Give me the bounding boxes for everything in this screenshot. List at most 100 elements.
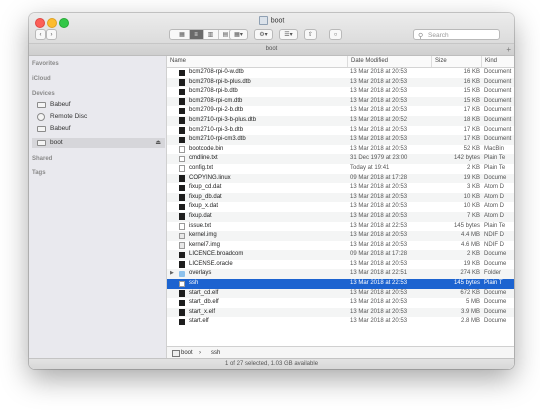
file-name: bcm2708-rpi-cm.dtb — [189, 97, 243, 104]
table-row[interactable]: fixup_db.dat 13 Mar 2018 at 20:53 10 KB Ato… — [167, 192, 514, 203]
file-kind: Document — [484, 78, 512, 85]
table-row[interactable]: LICENSE.oracle 13 Mar 2018 at 20:53 19 KB D… — [167, 260, 514, 270]
table-row[interactable]: bcm2708-rpi-0-w.dtb 13 Mar 2018 at 20:53 1… — [167, 68, 514, 78]
file-kind: MacBin — [484, 145, 505, 152]
file-kind: NDIF D — [484, 241, 504, 248]
list-view-button[interactable]: ≡ — [189, 30, 204, 39]
sidebar-item-boot[interactable]: boot ⏏ — [32, 138, 165, 148]
file-date: 13 Mar 2018 at 20:53 — [350, 126, 408, 133]
file-size: 672 KB — [460, 289, 480, 296]
sidebar-item-babeuf[interactable]: Babeuf — [32, 100, 165, 110]
table-row[interactable]: bcm2708-rpi-b-plus.dtb 13 Mar 2018 at 20:… — [167, 77, 514, 88]
file-kind: Docume — [484, 174, 507, 181]
column-size[interactable]: Size — [431, 56, 485, 67]
table-row[interactable]: issue.txt 13 Mar 2018 at 22:53 145 bytes Pl… — [167, 222, 514, 232]
file-name: bcm2710-rpi-3-b.dtb — [189, 126, 244, 133]
table-row[interactable]: bcm2710-rpi-3-b-plus.dtb 13 Mar 2018 at 2… — [167, 115, 514, 126]
file-date: 31 Dec 1979 at 23:00 — [350, 155, 408, 162]
disk-icon — [37, 102, 46, 108]
table-row[interactable]: start_db.elf 13 Mar 2018 at 20:53 5 MB Docu… — [167, 298, 514, 308]
file-date: Today at 19:41 — [350, 164, 390, 171]
table-row[interactable]: COPYING.linux 09 Mar 2018 at 17:28 19 KB Do… — [167, 173, 514, 184]
finder-window: boot ‹ › ▦ ≡ ▥ ▤ ▦▾ ⚙▾ ☰▾ ⇧ ○ ⚲ Search boot… — [29, 13, 514, 369]
table-row[interactable]: start_x.elf 13 Mar 2018 at 20:53 3.9 MB Doc… — [167, 307, 514, 318]
table-row[interactable]: bcm2708-rpi-b.dtb 13 Mar 2018 at 20:53 15 … — [167, 87, 514, 97]
file-date: 13 Mar 2018 at 20:53 — [350, 203, 408, 210]
table-row[interactable]: bcm2710-rpi-3-b.dtb 13 Mar 2018 at 20:53 1… — [167, 126, 514, 136]
search-input[interactable]: ⚲ Search — [413, 29, 500, 40]
icon-view-button[interactable]: ▦ — [176, 30, 190, 39]
table-row[interactable]: fixup_cd.dat 13 Mar 2018 at 20:53 3 KB Atom… — [167, 183, 514, 193]
column-name[interactable]: Name — [167, 56, 186, 67]
tags-icon[interactable]: ○ — [329, 29, 342, 40]
table-row[interactable]: start_cd.elf 13 Mar 2018 at 20:53 672 KB Do… — [167, 288, 514, 299]
table-row[interactable]: cmdline.txt 31 Dec 1979 at 23:00 142 bytes… — [167, 154, 514, 164]
file-name: start_cd.elf — [189, 289, 219, 296]
group-button[interactable]: ▦▾ — [229, 29, 248, 40]
table-row[interactable]: fixup.dat 13 Mar 2018 at 20:53 7 KB Atom D — [167, 211, 514, 222]
table-row[interactable]: ▶ overlays 13 Mar 2018 at 22:51 274 KB Folde… — [167, 269, 514, 280]
file-size: 17 KB — [463, 107, 480, 114]
table-row[interactable]: ssh 13 Mar 2018 at 22:53 145 bytes Plain T — [167, 279, 514, 289]
file-date: 13 Mar 2018 at 20:53 — [350, 97, 408, 104]
file-kind: Document — [484, 69, 512, 75]
sidebar-item-remote-disc[interactable]: Remote Disc — [32, 112, 165, 122]
column-date-modified[interactable]: Date Modified — [347, 56, 435, 67]
table-row[interactable]: config.txt Today at 19:41 2 KB Plain Te — [167, 164, 514, 174]
file-name: issue.txt — [189, 222, 212, 229]
file-name: LICENSE.oracle — [189, 260, 233, 267]
forward-button[interactable]: › — [46, 29, 57, 40]
table-row[interactable]: kernel.img 13 Mar 2018 at 20:53 4.4 MB NDIF… — [167, 231, 514, 241]
sidebar-item-babeuf-volume[interactable]: Babeuf — [32, 124, 165, 134]
file-kind: Atom D — [484, 193, 505, 200]
new-tab-button[interactable]: + — [506, 44, 511, 55]
file-date: 09 Mar 2018 at 17:28 — [350, 174, 408, 181]
file-kind: Document — [484, 97, 512, 104]
column-view-button[interactable]: ▥ — [204, 30, 219, 39]
sidebar-heading-tags: Tags — [32, 170, 46, 176]
column-kind[interactable]: Kind — [481, 56, 514, 67]
file-kind: Plain T — [484, 280, 503, 287]
exec-file-icon — [179, 98, 185, 105]
table-row[interactable]: bootcode.bin 13 Mar 2018 at 20:53 52 KB Mac… — [167, 145, 514, 155]
disclosure-triangle-icon[interactable]: ▶ — [170, 269, 174, 279]
tab-boot[interactable]: boot — [266, 46, 278, 52]
file-size: 18 KB — [463, 116, 480, 123]
table-row[interactable]: LICENCE.broadcom 09 Mar 2018 at 17:28 2 KB… — [167, 250, 514, 260]
exec-file-icon — [179, 184, 185, 192]
eject-icon[interactable]: ⏏ — [155, 138, 161, 148]
file-name: ssh — [189, 280, 199, 287]
file-name: overlays — [189, 270, 212, 277]
file-date: 13 Mar 2018 at 20:53 — [350, 69, 408, 75]
table-row[interactable]: bcm2709-rpi-2-b.dtb 13 Mar 2018 at 20:53 1… — [167, 106, 514, 116]
exec-file-icon — [179, 127, 185, 134]
table-row[interactable]: fixup_x.dat 13 Mar 2018 at 20:53 10 KB Atom… — [167, 202, 514, 212]
share-icon[interactable]: ⇧ — [304, 29, 317, 40]
arrange-button[interactable]: ☰▾ — [279, 29, 298, 40]
title-bar: boot ‹ › ▦ ≡ ▥ ▤ ▦▾ ⚙▾ ☰▾ ⇧ ○ ⚲ Search — [29, 13, 514, 44]
file-kind: Document — [484, 116, 512, 123]
file-size: 16 KB — [463, 78, 480, 85]
search-icon: ⚲ — [418, 33, 424, 40]
action-gear-icon[interactable]: ⚙▾ — [254, 29, 273, 40]
file-date: 13 Mar 2018 at 20:53 — [350, 289, 408, 296]
file-kind: Atom D — [484, 184, 505, 191]
back-button[interactable]: ‹ — [35, 29, 46, 40]
disk-icon — [37, 140, 46, 146]
file-name: fixup.dat — [189, 212, 212, 219]
file-name: fixup_cd.dat — [189, 184, 222, 191]
table-row[interactable]: bcm2710-rpi-cm3.dtb 13 Mar 2018 at 20:53 1… — [167, 135, 514, 145]
exec-file-icon — [179, 290, 185, 297]
table-row[interactable]: start.elf 13 Mar 2018 at 20:53 2.8 MB Docum… — [167, 317, 514, 327]
folder-icon — [258, 16, 268, 25]
table-row[interactable]: bcm2708-rpi-cm.dtb 13 Mar 2018 at 20:53 15… — [167, 96, 514, 107]
file-size: 3.9 MB — [460, 308, 480, 315]
file-size: 17 KB — [463, 136, 480, 143]
sidebar-heading-shared: Shared — [32, 156, 53, 162]
file-name: fixup_x.dat — [189, 203, 219, 210]
file-name: bcm2708-rpi-b-plus.dtb — [189, 78, 251, 85]
file-size: 7 KB — [466, 212, 480, 219]
file-size: 17 KB — [463, 126, 480, 133]
table-row[interactable]: kernel7.img 13 Mar 2018 at 20:53 4.6 MB NDI… — [167, 241, 514, 251]
exec-file-icon — [179, 88, 185, 96]
